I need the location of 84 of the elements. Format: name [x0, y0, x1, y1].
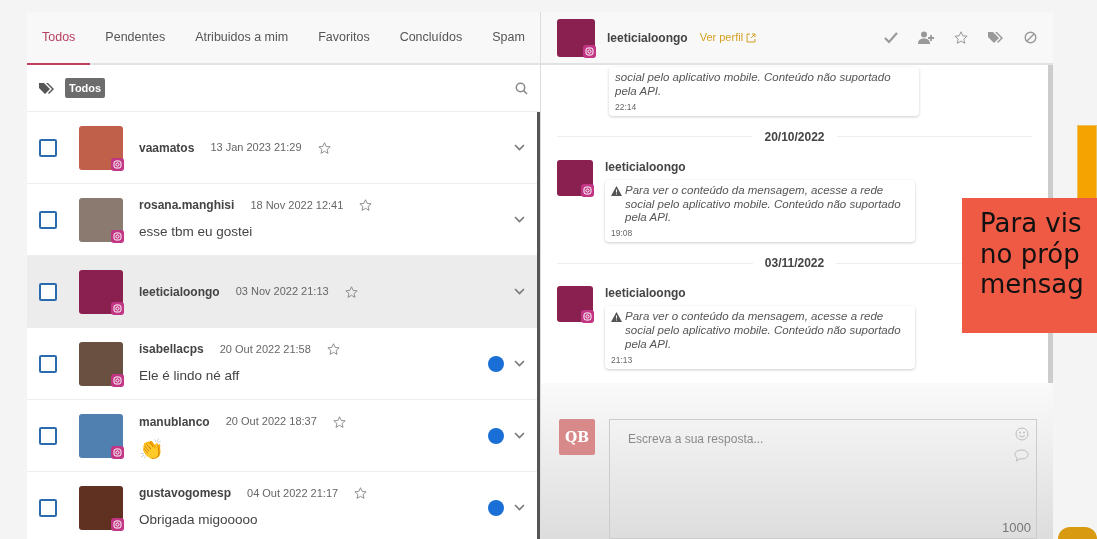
- instagram-icon: [111, 373, 124, 387]
- message-time: 22:14: [615, 101, 638, 112]
- checkbox[interactable]: [39, 426, 57, 445]
- chevron-down-icon[interactable]: [514, 504, 525, 511]
- message-date: 18 Nov 2022 12:41: [250, 198, 344, 214]
- add-user-icon[interactable]: [918, 31, 934, 44]
- block-icon[interactable]: [1024, 31, 1037, 44]
- star-icon[interactable]: [344, 285, 358, 298]
- warning-icon: [611, 185, 622, 196]
- checkbox[interactable]: [39, 210, 57, 229]
- checkbox[interactable]: [39, 498, 57, 517]
- message-preview: esse tbm eu gostei: [139, 223, 254, 242]
- contact-name: isabellacps: [139, 341, 204, 359]
- caption-text: mensag: [980, 269, 1085, 300]
- contact-name: rosana.manghisi: [139, 197, 235, 215]
- message-date: 13 Jan 2023 21:29: [210, 140, 302, 156]
- star-icon[interactable]: [954, 31, 968, 44]
- character-counter: 1000: [1002, 518, 1031, 537]
- date-separator: 20/10/2022: [764, 128, 825, 146]
- message-preview: 👏: [139, 438, 165, 459]
- floating-button[interactable]: [1058, 527, 1097, 539]
- conversation-row[interactable]: isabellacps 20 Out 2022 21:58 Ele é lindo né aff: [27, 328, 537, 400]
- message-date: 03 Nov 2022 21:13: [235, 284, 329, 300]
- contact-name: gustavogomesp: [139, 485, 231, 503]
- tab[interactable]: Atribuidos a mim: [180, 12, 304, 65]
- instagram-icon: [111, 301, 124, 315]
- tab[interactable]: Todos: [27, 12, 91, 65]
- star-icon[interactable]: [354, 487, 368, 500]
- star-icon[interactable]: [359, 199, 373, 212]
- message-time: 19:08: [611, 228, 634, 239]
- checkbox[interactable]: [39, 138, 57, 157]
- chevron-down-icon[interactable]: [514, 360, 525, 367]
- tags-icon: [39, 81, 55, 95]
- sender-name: leeticialoongo: [605, 158, 687, 176]
- message-date: 04 Out 2022 21:17: [247, 486, 339, 502]
- check-icon[interactable]: [884, 31, 898, 44]
- star-icon[interactable]: [332, 415, 346, 428]
- contact-name: manublanco: [139, 413, 210, 431]
- message-date: 20 Out 2022 18:37: [225, 414, 317, 430]
- chevron-down-icon[interactable]: [514, 144, 525, 151]
- instagram-icon: [111, 445, 124, 459]
- instagram-icon: [583, 44, 596, 58]
- date-separator: 03/11/2022: [764, 255, 825, 273]
- warning-icon: [611, 312, 622, 323]
- instagram-icon: [111, 229, 124, 243]
- caption-text: Para vis: [980, 208, 1083, 239]
- star-icon[interactable]: [317, 141, 331, 154]
- message-text: Para ver o conteúdo da mensagem, acesse a rede social pelo aplicativo mobile. Conteúdo não suportado pela API.: [625, 310, 902, 352]
- chevron-down-icon[interactable]: [514, 432, 525, 439]
- contact-name: vaamatos: [139, 139, 195, 157]
- message-preview: Ele é lindo né aff: [139, 367, 241, 386]
- company-logo: QB: [559, 419, 595, 455]
- tab[interactable]: Pendentes: [90, 12, 181, 65]
- instagram-icon: [581, 183, 594, 197]
- instagram-icon: [111, 157, 124, 171]
- tab[interactable]: Favoritos: [303, 12, 385, 65]
- contact-name: leeticialoongo: [139, 283, 220, 301]
- message-preview: Obrigada migooooo: [139, 511, 259, 530]
- tab[interactable]: Spam: [477, 12, 540, 65]
- caption-text: no próp: [980, 238, 1081, 270]
- comment-icon[interactable]: [1014, 449, 1029, 462]
- star-icon[interactable]: [326, 343, 340, 356]
- emoji-icon[interactable]: [1015, 427, 1029, 441]
- checkbox[interactable]: [39, 282, 57, 301]
- instagram-icon: [581, 310, 594, 324]
- tags-icon[interactable]: [988, 31, 1004, 44]
- tag-filter[interactable]: Todos: [65, 77, 106, 99]
- chevron-down-icon[interactable]: [514, 288, 525, 295]
- sender-name: leeticialoongo: [605, 285, 687, 303]
- conversation-row[interactable]: leeticialoongo 03 Nov 2022 21:13: [27, 256, 537, 328]
- message-text: Para ver o conteúdo da mensagem, acesse a rede social pelo aplicativo mobile. Conteúdo não suportado pela API.: [625, 183, 902, 226]
- conversation-row[interactable]: vaamatos 13 Jan 2023 21:29: [27, 112, 537, 184]
- message-time: 21:13: [611, 354, 634, 365]
- chevron-down-icon[interactable]: [514, 216, 525, 223]
- tab[interactable]: Concluídos: [384, 12, 478, 65]
- instagram-icon: [111, 517, 124, 531]
- message-date: 20 Out 2022 21:58: [219, 342, 311, 358]
- conversation-row[interactable]: manublanco 20 Out 2022 18:37 👏: [27, 400, 537, 472]
- contact-name: leeticialoongo: [607, 29, 688, 47]
- checkbox[interactable]: [39, 354, 57, 373]
- message-text: social pelo aplicativo mobile. Conteúdo não suportado pela API.: [615, 71, 892, 99]
- conversation-row[interactable]: gustavogomesp 04 Out 2022 21:17 Obrigada migooooo: [27, 472, 537, 539]
- external-link-icon: [746, 33, 757, 44]
- search-icon[interactable]: [515, 81, 528, 95]
